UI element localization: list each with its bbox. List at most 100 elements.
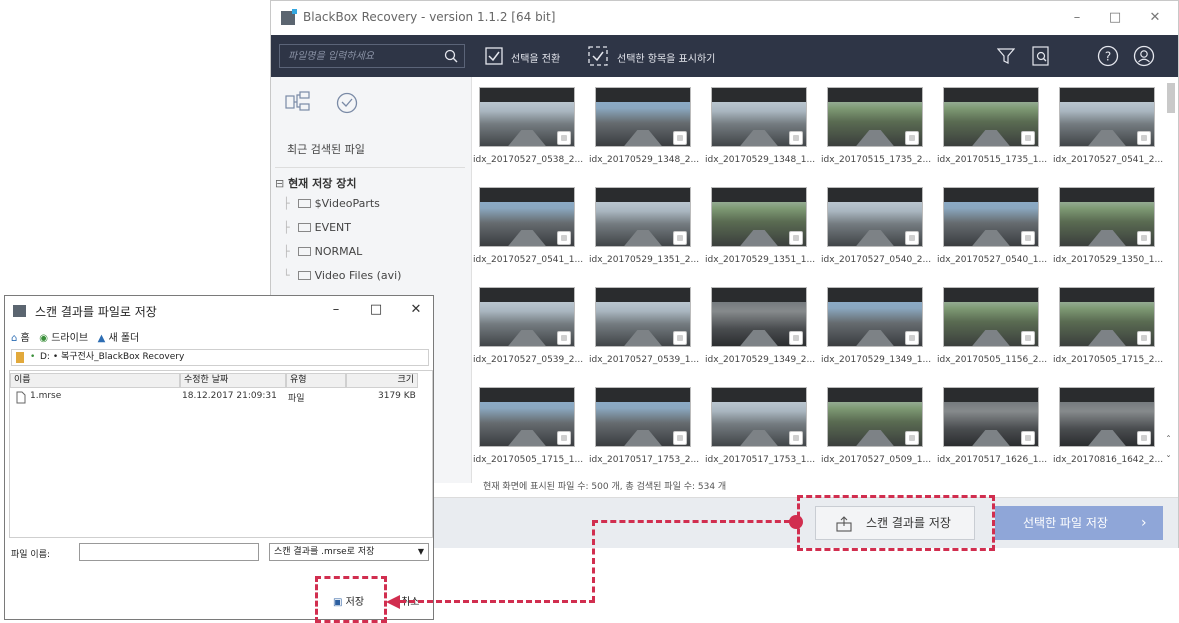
select-checkbox[interactable] (905, 231, 919, 245)
select-checkbox[interactable] (557, 231, 571, 245)
select-checkbox[interactable] (1021, 231, 1035, 245)
vertical-scrollbar[interactable]: ˆ ˇ (1165, 83, 1177, 479)
tree-item-event[interactable]: ├ EVENT (283, 221, 351, 234)
filename-input[interactable] (79, 543, 259, 561)
thumbnail-item[interactable]: idx_20170517_1626_1... (937, 383, 1055, 483)
thumbnail-item[interactable]: idx_20170527_0509_1... (821, 383, 939, 483)
thumbnail-item[interactable]: idx_20170816_1642_2... (1053, 383, 1171, 483)
thumbnail-item[interactable]: idx_20170527_0540_2... (821, 183, 939, 283)
help-icon[interactable]: ? (1097, 45, 1119, 67)
nav-drive[interactable]: 드라이브 (51, 333, 88, 344)
column-header-name[interactable]: 이름 (10, 373, 180, 388)
toggle-selection-label[interactable]: 선택을 전환 (511, 50, 560, 65)
file-type: 파일 (288, 394, 305, 404)
select-checkbox[interactable] (1137, 431, 1151, 445)
select-checkbox[interactable] (905, 131, 919, 145)
thumbnail-item[interactable]: idx_20170529_1351_1... (705, 183, 823, 283)
select-checkbox[interactable] (789, 431, 803, 445)
scroll-up-icon[interactable]: ˆ (1166, 435, 1171, 446)
thumbnail-item[interactable]: idx_20170527_0539_2... (473, 283, 591, 383)
filter-icon[interactable] (997, 47, 1015, 65)
select-checkbox[interactable] (673, 331, 687, 345)
drive-icon[interactable]: ◉ (39, 333, 48, 344)
column-header-size[interactable]: 크기 (346, 373, 418, 388)
save-selected-files-button[interactable]: 선택한 파일 저장 › (995, 506, 1163, 540)
select-checkbox[interactable] (1137, 231, 1151, 245)
maximize-button[interactable]: □ (365, 302, 387, 317)
scroll-down-icon[interactable]: ˇ (1166, 455, 1171, 466)
folder-icon (297, 271, 311, 280)
folder-tree-view-icon[interactable] (285, 91, 311, 113)
folder-icon (16, 352, 24, 363)
select-checkbox[interactable] (1021, 131, 1035, 145)
thumbnail-item[interactable]: idx_20170505_1156_2... (937, 283, 1055, 383)
new-folder-icon[interactable]: ▲ (98, 333, 106, 344)
select-checkbox[interactable] (673, 231, 687, 245)
select-checkbox[interactable] (1021, 331, 1035, 345)
minimize-button[interactable]: – (1065, 8, 1089, 28)
tree-item-normal[interactable]: ├ NORMAL (283, 245, 362, 258)
select-checkbox[interactable] (905, 331, 919, 345)
thumbnail-item[interactable]: idx_20170515_1735_1... (937, 83, 1055, 183)
nav-new-folder[interactable]: 새 폴더 (108, 333, 139, 344)
file-type-select[interactable]: 스캔 결과를 .mrse로 저장 ▼ (269, 543, 429, 561)
thumbnail-item[interactable]: idx_20170527_0541_2... (1053, 83, 1171, 183)
chevron-down-icon[interactable]: ▼ (418, 544, 424, 560)
toggle-selection-icon[interactable] (485, 47, 503, 65)
tree-item-videoparts[interactable]: ├ $VideoParts (283, 197, 380, 210)
home-icon[interactable]: ⌂ (11, 333, 17, 344)
thumbnail-item[interactable]: idx_20170505_1715_2... (1053, 283, 1171, 383)
select-checkbox[interactable] (1021, 431, 1035, 445)
thumbnail-item[interactable]: idx_20170529_1350_1... (1053, 183, 1171, 283)
thumbnail-item[interactable]: idx_20170527_0539_1... (589, 283, 707, 383)
show-selected-label[interactable]: 선택한 항목을 표시하기 (617, 50, 715, 65)
thumbnail-item[interactable]: idx_20170529_1348_1... (705, 83, 823, 183)
select-checkbox[interactable] (673, 431, 687, 445)
account-icon[interactable] (1133, 45, 1155, 67)
recent-files-link[interactable]: 최근 검색된 파일 (287, 141, 365, 157)
thumbnail-item[interactable]: idx_20170515_1735_2... (821, 83, 939, 183)
thumbnail-item[interactable]: idx_20170529_1351_2... (589, 183, 707, 283)
column-header-type[interactable]: 유형 (286, 373, 346, 388)
search-icon[interactable] (444, 49, 458, 63)
table-row[interactable]: 1.mrse 18.12.2017 21:09:31 파일 3179 KB (14, 389, 418, 405)
select-checkbox[interactable] (1137, 131, 1151, 145)
close-button[interactable]: ✕ (1143, 8, 1167, 28)
path-bar[interactable]: • D: • 복구전사_BlackBox Recovery (11, 349, 429, 366)
tree-device-root[interactable]: ⊟ 현재 저장 장치 (275, 175, 356, 191)
thumbnail-item[interactable]: idx_20170527_0541_1... (473, 183, 591, 283)
file-name: idx_20170515_1735_1... (937, 155, 1048, 165)
minimize-button[interactable]: – (325, 302, 347, 317)
close-button[interactable]: ✕ (405, 302, 427, 317)
file-search-icon[interactable] (1031, 45, 1051, 67)
show-selected-icon[interactable] (587, 45, 609, 67)
select-checkbox[interactable] (789, 231, 803, 245)
bullet-icon: • (30, 352, 36, 362)
thumbnail-item[interactable]: idx_20170529_1349_1... (821, 283, 939, 383)
search-input[interactable] (280, 45, 446, 67)
scrollbar-thumb[interactable] (1167, 83, 1175, 113)
select-checkbox[interactable] (905, 431, 919, 445)
select-checkbox[interactable] (789, 331, 803, 345)
select-checkbox[interactable] (789, 131, 803, 145)
thumbnail-item[interactable]: idx_20170527_0538_2... (473, 83, 591, 183)
maximize-button[interactable]: □ (1103, 8, 1127, 28)
tree-item-video-files[interactable]: └ Video Files (avi) (283, 269, 401, 282)
thumbnail-item[interactable]: idx_20170529_1348_2... (589, 83, 707, 183)
thumbnail-item[interactable]: idx_20170505_1715_1... (473, 383, 591, 483)
select-checkbox[interactable] (557, 331, 571, 345)
collapse-icon[interactable]: ⊟ (275, 177, 284, 190)
select-checkbox[interactable] (557, 431, 571, 445)
nav-home[interactable]: 홈 (21, 333, 30, 344)
history-view-icon[interactable] (335, 91, 359, 115)
folder-icon (297, 223, 311, 232)
file-name: idx_20170527_0539_2... (473, 355, 584, 365)
thumbnail-item[interactable]: idx_20170527_0540_1... (937, 183, 1055, 283)
column-header-modified[interactable]: 수정한 날짜 (180, 373, 286, 388)
thumbnail-item[interactable]: idx_20170529_1349_2... (705, 283, 823, 383)
select-checkbox[interactable] (557, 131, 571, 145)
select-checkbox[interactable] (673, 131, 687, 145)
thumbnail-item[interactable]: idx_20170517_1753_1... (705, 383, 823, 483)
thumbnail-item[interactable]: idx_20170517_1753_2... (589, 383, 707, 483)
select-checkbox[interactable] (1137, 331, 1151, 345)
